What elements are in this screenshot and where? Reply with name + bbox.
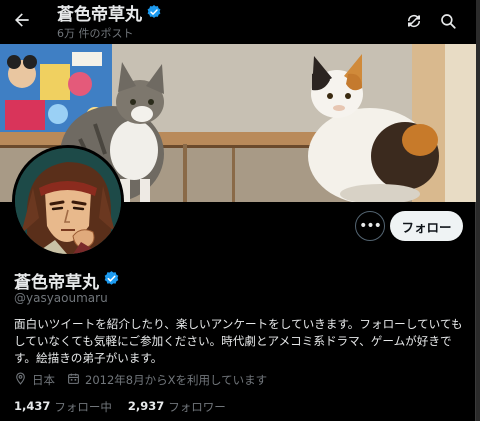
window-edge (476, 0, 480, 421)
profile-avatar[interactable] (12, 145, 124, 257)
followers-link[interactable]: 2,937 フォロワー (128, 399, 226, 415)
header-title: 蒼色帝草丸 6万 件のポスト (57, 4, 162, 42)
profile-stats: 1,437 フォロー中 2,937 フォロワー (14, 399, 242, 415)
top-header: 蒼色帝草丸 6万 件のポスト (0, 0, 476, 44)
back-arrow-icon[interactable] (10, 8, 34, 32)
profile-handle: @yasyaoumaru (14, 291, 108, 305)
following-link[interactable]: 1,437 フォロー中 (14, 399, 112, 415)
profile-meta: 日本 2012年8月からXを利用しています (14, 372, 279, 388)
verified-badge-icon (146, 4, 162, 26)
following-count: 1,437 (14, 399, 51, 413)
calendar-icon (67, 372, 80, 388)
header-name-text: 蒼色帝草丸 (57, 5, 142, 25)
profile-name: 蒼色帝草丸 (14, 273, 99, 293)
verified-badge-icon[interactable] (103, 270, 120, 291)
profile-bio: 面白いツイートを紹介したり、楽しいアンケートをしていきます。フォローしていてもし… (14, 317, 463, 365)
location-icon (14, 372, 27, 388)
followers-count: 2,937 (127, 399, 165, 413)
more-options-button[interactable]: ••• (355, 211, 385, 241)
joined-item: 2012年8月からXを利用しています (67, 372, 267, 388)
following-label: フォロー中 (54, 400, 112, 414)
followers-label: フォロワー (168, 400, 226, 414)
location-text: 日本 (32, 373, 55, 387)
follow-button[interactable]: フォロー (390, 211, 463, 241)
post-count: 6万 件のポスト (57, 27, 134, 40)
joined-text: 2012年8月からXを利用しています (85, 373, 268, 387)
profile-name-row: 蒼色帝草丸 (14, 268, 120, 293)
search-icon[interactable] (437, 10, 459, 32)
refresh-icon[interactable] (403, 10, 425, 32)
location-item: 日本 (14, 372, 55, 388)
profile-page: 蒼色帝草丸 6万 件のポスト ••• フォロー 蒼色帝草丸 @yasyaouma… (0, 0, 476, 421)
